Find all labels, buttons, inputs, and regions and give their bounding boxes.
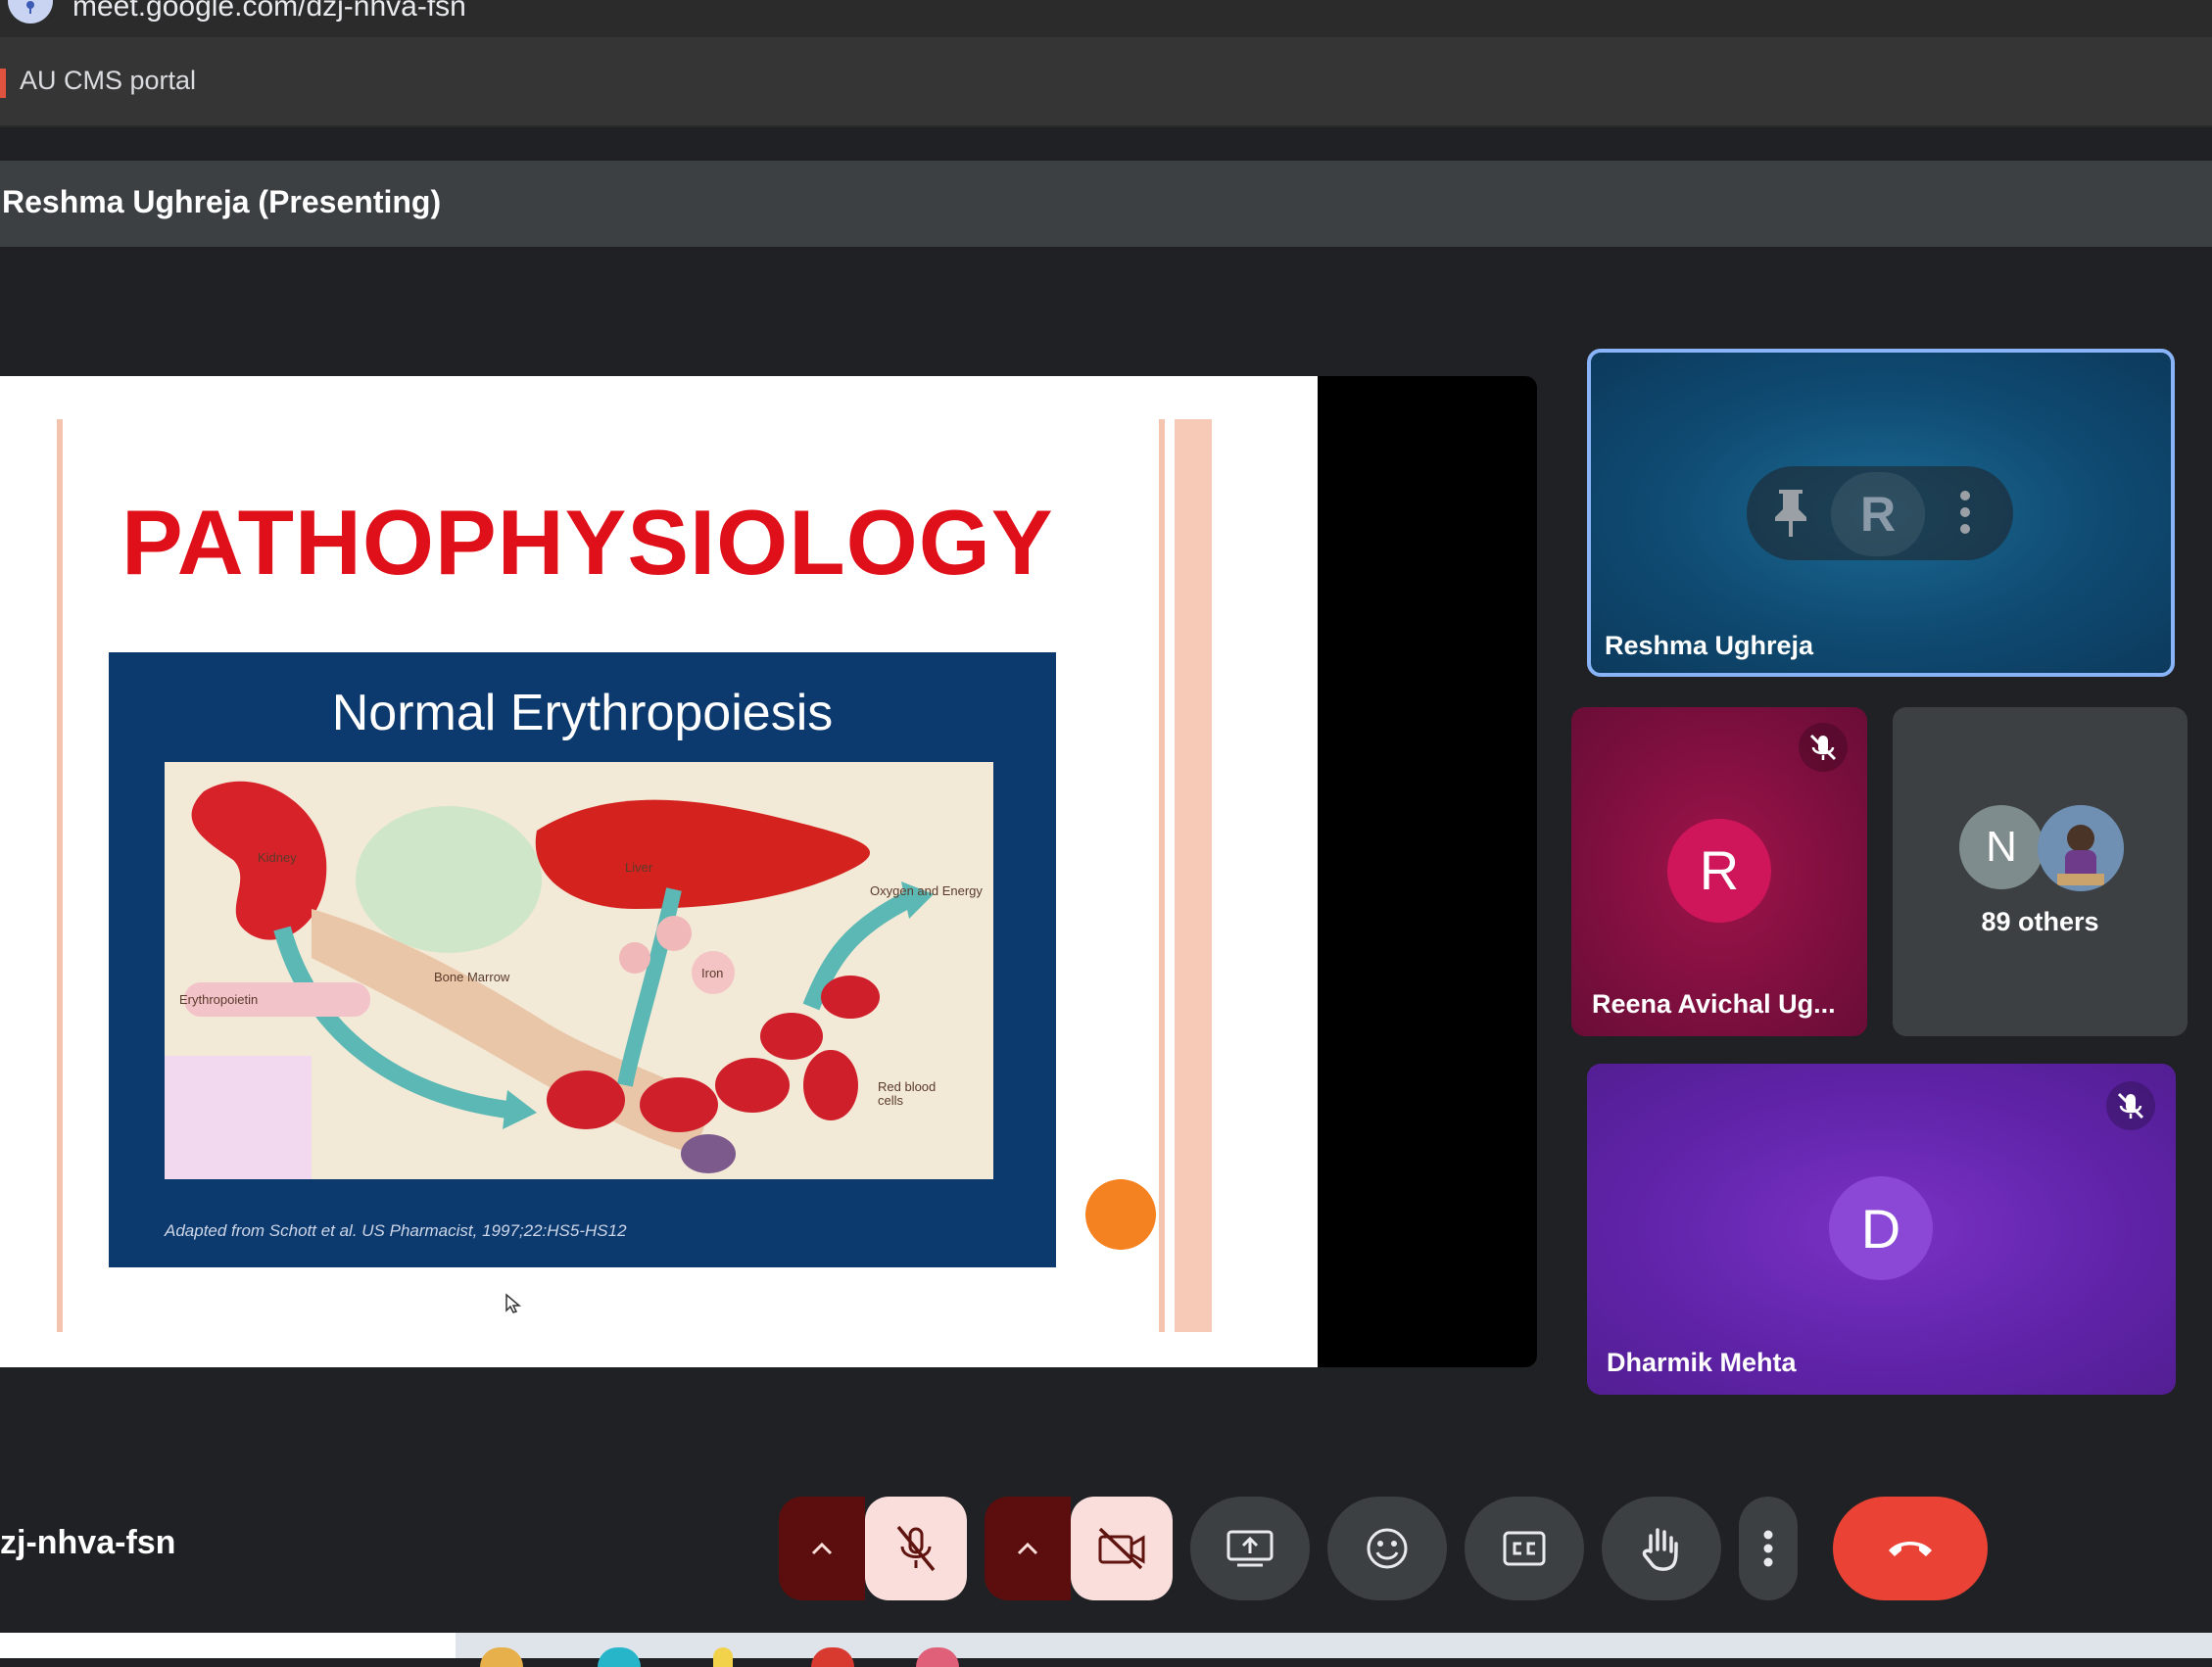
captions-button[interactable] [1465, 1497, 1584, 1600]
erythropoiesis-illustration: Kidney Liver Oxygen and Energy Bone Marr… [165, 762, 993, 1179]
figure-label-iron: Iron [701, 966, 724, 980]
slide-subtitle: Normal Erythropoiesis [331, 685, 834, 741]
avatar-letter: D [1860, 1198, 1901, 1260]
bookmark-au-cms-portal[interactable]: AU CMS portal [20, 66, 196, 96]
slide-right-border-thin [1159, 419, 1165, 1332]
participant-tile-others[interactable] [1893, 707, 2188, 1036]
slide-citation: Adapted from Schott et al. US Pharmacist… [165, 1221, 627, 1240]
pinned-avatar-letter: R [1860, 487, 1897, 542]
stage-background [1318, 376, 1537, 1367]
more-vert-icon [1763, 1530, 1773, 1567]
avatar-photo [2038, 805, 2124, 891]
slide-title: PATHOPHYSIOLOGY [121, 491, 1054, 594]
closed-captions-icon [1503, 1531, 1546, 1566]
chevron-up-icon [1017, 1542, 1038, 1555]
mic-off-icon [2106, 1081, 2155, 1130]
participant-name: Dharmik Mehta [1607, 1348, 1797, 1377]
others-count-label: 89 others [1981, 907, 2099, 936]
avatar-letter: R [1699, 839, 1740, 901]
figure-label-erythropoietin: Erythropoietin [179, 992, 259, 1007]
audio-options-button[interactable] [779, 1497, 865, 1600]
figure-label-red-blood-cells: Red blood cells [878, 1079, 937, 1108]
bookmarks-bar [0, 37, 2212, 127]
reactions-button[interactable] [1327, 1497, 1447, 1600]
chevron-up-icon [811, 1542, 833, 1555]
taskbar-app-icon[interactable] [713, 1647, 733, 1667]
camera-control-group [985, 1497, 1173, 1600]
taskbar-left [0, 1633, 456, 1658]
video-options-button[interactable] [985, 1497, 1071, 1600]
leave-call-button[interactable] [1833, 1497, 1988, 1600]
presenter-label: Reshma Ughreja (Presenting) [2, 184, 442, 219]
videocam-off-icon [1098, 1527, 1145, 1570]
figure-label-liver: Liver [625, 860, 653, 875]
emoji-icon [1367, 1528, 1408, 1569]
figure-label-kidney: Kidney [258, 850, 297, 865]
call-end-icon [1889, 1542, 1932, 1556]
slide-right-border-thick [1175, 419, 1212, 1332]
mic-control-group [779, 1497, 967, 1600]
slide-left-border [57, 419, 63, 1332]
raise-hand-button[interactable] [1602, 1497, 1721, 1600]
camera-toggle-button[interactable] [1071, 1497, 1173, 1600]
hand-icon [1642, 1528, 1678, 1571]
url-text[interactable]: meet.google.com/dzj-nhva-fsn [72, 0, 466, 24]
figure-label-oxygen: Oxygen and Energy [870, 883, 983, 898]
meeting-code: zj-nhva-fsn [0, 1524, 176, 1561]
mic-off-icon [1799, 723, 1848, 772]
mic-toggle-button[interactable] [865, 1497, 967, 1600]
mic-off-icon [896, 1525, 936, 1572]
participant-name: Reena Avichal Ug... [1592, 989, 1836, 1019]
more-options-button[interactable] [1739, 1497, 1798, 1600]
tile-more-options-icon[interactable] [1959, 490, 1971, 540]
figure-label-bone-marrow: Bone Marrow [434, 970, 510, 984]
present-screen-icon [1226, 1530, 1274, 1567]
bookmark-favicon-icon [0, 69, 6, 98]
participant-name: Reshma Ughreja [1605, 631, 1814, 660]
pin-icon[interactable] [1769, 486, 1812, 546]
avatar-letter: N [1986, 823, 2017, 871]
present-now-button[interactable] [1190, 1497, 1310, 1600]
mouse-cursor-icon [505, 1293, 522, 1319]
slide-orange-bullet [1085, 1179, 1156, 1250]
